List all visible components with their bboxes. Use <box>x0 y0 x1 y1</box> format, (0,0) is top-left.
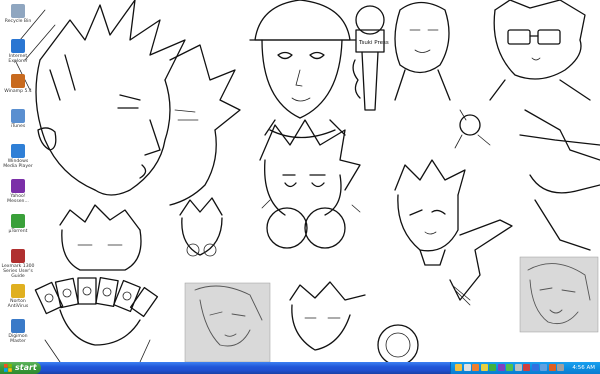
desktop-icon-winamp[interactable]: Winamp 5.4 <box>1 74 35 94</box>
system-tray: 4:56 AM <box>450 362 600 374</box>
tray-messenger-icon[interactable] <box>472 364 479 371</box>
tray-printer-icon[interactable] <box>514 364 522 371</box>
anime-sketch-wallpaper: Tsuki Press <box>14 0 600 362</box>
lexmark-guide-icon <box>11 249 25 263</box>
tray-update-icon[interactable] <box>489 364 496 371</box>
media-player-icon <box>11 144 25 158</box>
sketch-money-fan-character <box>34 204 159 362</box>
yahoo-messenger-icon <box>11 179 25 193</box>
internet-explorer-icon <box>11 39 25 53</box>
sketch-spiky-hair-character <box>259 119 361 249</box>
desktop-icon-yahoo-messenger[interactable]: Yahoo! Messen... <box>1 179 35 204</box>
utorrent-icon <box>11 214 25 228</box>
tray-torrent-icon[interactable] <box>506 364 513 371</box>
desktop-icon-label: Winamp 5.4 <box>4 89 32 94</box>
sketch-disc-character <box>289 281 419 362</box>
desktop-icon-media-player[interactable]: Windows Media Player <box>1 144 35 169</box>
desktop-icon-label: Yahoo! Messen... <box>7 194 29 204</box>
desktop-icon-recycle-bin[interactable]: Recycle Bin <box>1 4 35 24</box>
tray-display-icon[interactable] <box>540 364 547 371</box>
desktop-icon-norton-antivirus[interactable]: Norton AntiVirus <box>1 284 35 309</box>
sketch-hat-character <box>249 0 356 139</box>
desktop-icon-label: Internet Explorer <box>8 54 28 64</box>
tray-network-icon[interactable] <box>455 364 462 371</box>
sketch-microphone: Tsuki Press <box>352 5 389 111</box>
desktop-icon-itunes[interactable]: iTunes <box>1 109 35 129</box>
desktop-icon-label: Recycle Bin <box>4 19 32 24</box>
desktop-icon-label: Windows Media Player <box>3 159 33 169</box>
desktop-icon-label: iTunes <box>10 124 26 129</box>
taskbar: start 4:56 AM <box>0 362 600 374</box>
desktop-icon-label: Lexmark 1300 Series User's Guide <box>1 264 35 279</box>
tray-antivirus-icon[interactable] <box>480 364 488 371</box>
start-label: start <box>15 363 37 372</box>
desktop-icon-internet-explorer[interactable]: Internet Explorer <box>1 39 35 64</box>
digimon-master-icon <box>11 319 25 333</box>
sketch-money-cards <box>34 276 159 318</box>
pencil-sketch-photo-2 <box>519 256 599 333</box>
winamp-icon <box>11 74 25 88</box>
desktop-icon-digimon-master[interactable]: Digimon Master <box>1 319 35 344</box>
pencil-sketch-photo-1 <box>184 282 271 362</box>
tray-yahoo-icon[interactable] <box>497 364 505 371</box>
tray-bluetooth-icon[interactable] <box>531 364 539 371</box>
windows-logo-icon <box>4 364 12 372</box>
sketch-small-flying-character <box>454 109 491 149</box>
desktop-icon-label: Digimon Master <box>8 334 28 344</box>
tray-volume-icon[interactable] <box>463 364 471 371</box>
tray-power-icon[interactable] <box>557 364 564 371</box>
desktop: Tsuki Press Recycle Bin Internet Explore… <box>0 0 600 362</box>
taskbar-clock[interactable]: 4:56 AM <box>572 362 595 374</box>
tray-security-icon[interactable] <box>523 364 530 371</box>
microphone-sign-text: Tsuki Press <box>358 40 389 46</box>
desktop-icon-label: µTorrent <box>8 229 28 234</box>
sketch-glasses-character <box>489 0 591 101</box>
sketch-hooded-figure <box>394 1 451 101</box>
sketch-profile-heads <box>14 0 241 206</box>
start-button[interactable]: start <box>0 362 41 374</box>
itunes-icon <box>11 109 25 123</box>
norton-antivirus-icon <box>11 284 25 298</box>
sketch-winking-character <box>394 159 513 306</box>
desktop-icon-utorrent[interactable]: µTorrent <box>1 214 35 234</box>
recycle-bin-icon <box>11 4 25 18</box>
tray-shield-icon[interactable] <box>548 364 556 371</box>
sketch-reaching-hand <box>519 109 600 251</box>
sketch-small-glasses-character <box>179 197 223 257</box>
desktop-icon-label: Norton AntiVirus <box>7 299 29 309</box>
desktop-icon-lexmark-guide[interactable]: Lexmark 1300 Series User's Guide <box>1 249 35 279</box>
